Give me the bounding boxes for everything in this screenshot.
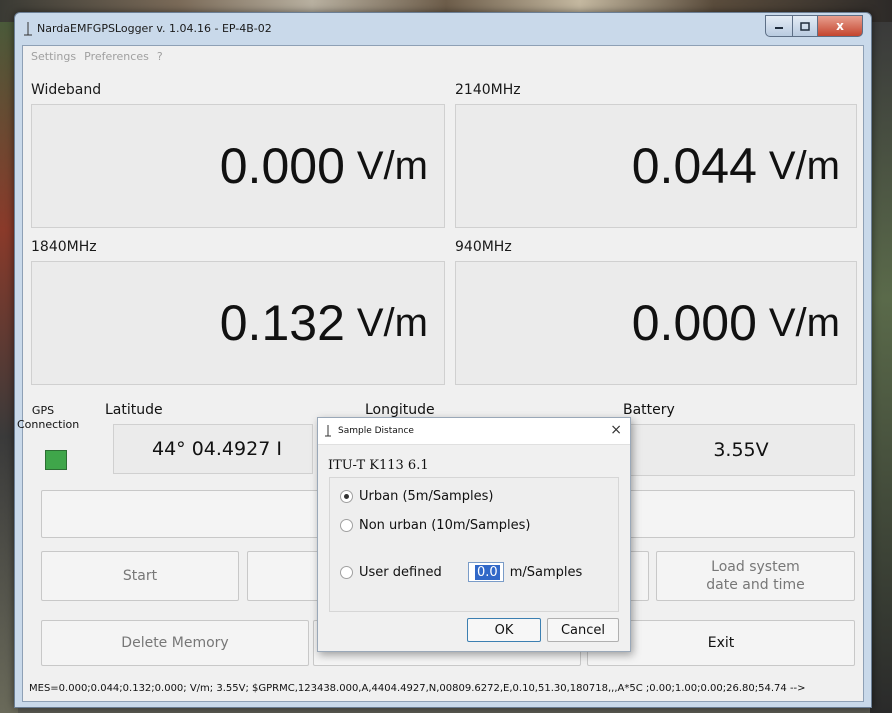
maximize-button[interactable] <box>793 15 818 37</box>
delete-memory-button[interactable]: Delete Memory <box>41 620 309 666</box>
dialog-title: Sample Distance <box>338 426 414 436</box>
user-defined-radio[interactable] <box>340 565 353 579</box>
latitude-value: 44° 04.4927 I <box>152 438 282 460</box>
dialog-close-icon[interactable]: × <box>610 422 622 438</box>
close-button[interactable]: x <box>818 15 863 37</box>
non-urban-option[interactable]: Non urban (10m/Samples) <box>340 518 530 533</box>
start-button[interactable]: Start <box>41 551 239 601</box>
user-distance-input[interactable]: 0.0 <box>467 562 504 582</box>
latitude-label: Latitude <box>105 402 163 418</box>
non-urban-radio[interactable] <box>340 519 353 532</box>
band-1840-unit: V/m <box>356 300 428 345</box>
band-2140-unit: V/m <box>768 143 840 188</box>
wideband-label: Wideband <box>31 82 102 98</box>
band-1840-value: 0.132 <box>219 295 345 351</box>
menu-preferences[interactable]: Preferences <box>84 50 149 63</box>
band-1840-meter: 0.132 V/m <box>31 261 445 385</box>
close-icon: x <box>836 19 844 33</box>
minimize-button[interactable] <box>765 15 793 37</box>
band-940-label: 940MHz <box>455 239 512 255</box>
menu-bar: Settings Preferences ? <box>31 50 163 63</box>
distance-options-group: Urban (5m/Samples) Non urban (10m/Sample… <box>329 477 619 612</box>
maximize-icon <box>800 21 810 31</box>
user-distance-unit: m/Samples <box>509 564 583 580</box>
wideband-unit: V/m <box>356 143 428 188</box>
band-940-meter: 0.000 V/m <box>455 261 857 385</box>
caption-buttons: x <box>765 15 863 37</box>
battery-value-box: 3.55V <box>627 424 855 476</box>
urban-option[interactable]: Urban (5m/Samples) <box>340 489 493 504</box>
band-940-value: 0.000 <box>631 295 757 351</box>
minimize-icon <box>775 27 783 29</box>
user-defined-option[interactable]: User defined 0.0 m/Samples <box>340 562 582 582</box>
app-icon <box>24 22 32 36</box>
menu-help[interactable]: ? <box>157 50 163 63</box>
desktop-background-right <box>870 22 892 713</box>
load-system-date-button[interactable]: Load system date and time <box>656 551 855 601</box>
wideband-meter: 0.000 V/m <box>31 104 445 228</box>
gps-connection-label: GPS Connection <box>17 404 80 431</box>
cancel-button[interactable]: Cancel <box>547 618 619 642</box>
sample-distance-dialog: Sample Distance × ITU-T K113 6.1 Urban (… <box>317 417 631 652</box>
band-1840-label: 1840MHz <box>31 239 97 255</box>
title-bar[interactable]: NardaEMFGPSLogger v. 1.04.16 - EP-4B-02 … <box>15 13 871 45</box>
dialog-heading: ITU-T K113 6.1 <box>328 458 429 473</box>
menu-settings[interactable]: Settings <box>31 50 76 63</box>
battery-label: Battery <box>623 402 675 418</box>
band-2140-label: 2140MHz <box>455 82 521 98</box>
latitude-value-box: 44° 04.4927 I <box>113 424 313 474</box>
gps-status-led <box>45 450 67 470</box>
status-line: MES=0.000;0.044;0.132;0.000; V/m; 3.55V;… <box>29 682 806 694</box>
band-2140-meter: 0.044 V/m <box>455 104 857 228</box>
wideband-value: 0.000 <box>219 138 345 194</box>
window-title: NardaEMFGPSLogger v. 1.04.16 - EP-4B-02 <box>37 22 272 35</box>
urban-radio[interactable] <box>340 490 353 503</box>
dialog-title-bar[interactable]: Sample Distance × <box>318 418 630 445</box>
longitude-label: Longitude <box>365 402 435 418</box>
dialog-icon <box>325 425 331 437</box>
status-bar: MES=0.000;0.044;0.132;0.000; V/m; 3.55V;… <box>23 675 863 701</box>
ok-button[interactable]: OK <box>467 618 541 642</box>
band-2140-value: 0.044 <box>631 138 757 194</box>
battery-value: 3.55V <box>713 439 769 461</box>
band-940-unit: V/m <box>768 300 840 345</box>
